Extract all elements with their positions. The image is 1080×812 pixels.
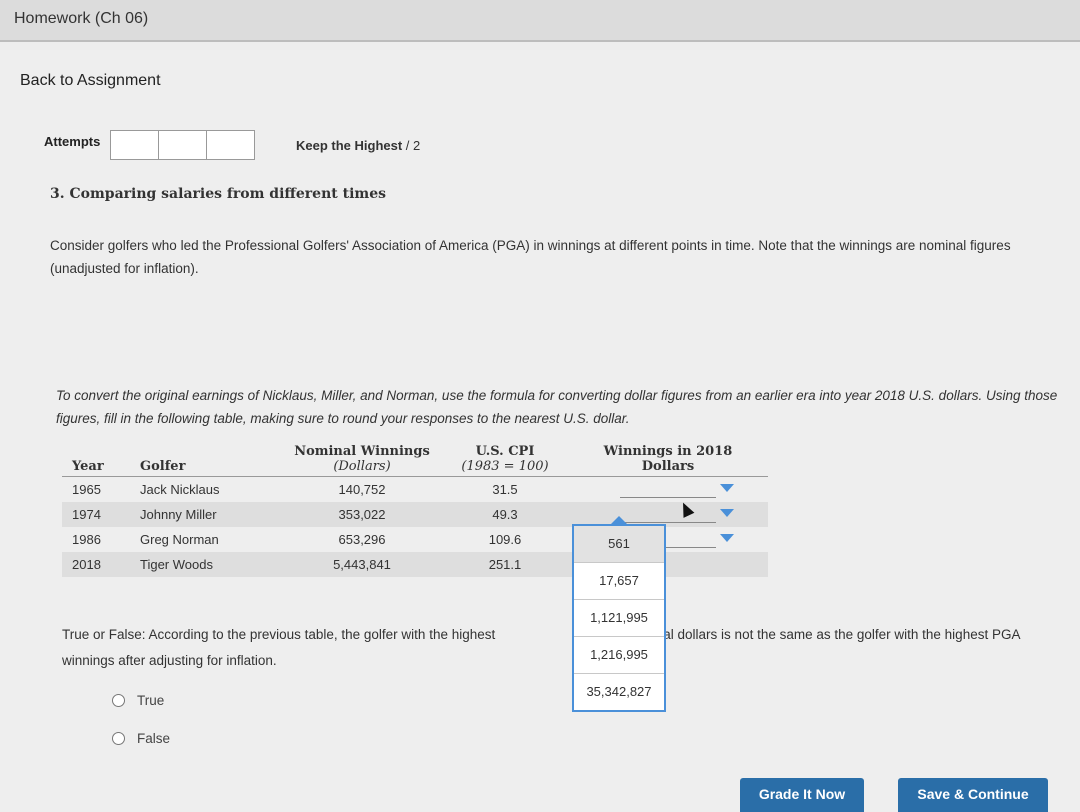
dropdown-slot[interactable]: [620, 479, 734, 498]
radio-false[interactable]: False: [112, 731, 170, 746]
cell-golfer: Jack Nicklaus: [140, 482, 220, 497]
cell-cpi: 49.3: [442, 502, 568, 527]
cell-golfer: Johnny Miller: [130, 502, 282, 527]
score-suffix: / 2: [402, 138, 421, 153]
winnings-dropdown-1965[interactable]: [568, 477, 768, 503]
cell-year: 1974: [62, 502, 130, 527]
attempt-box: [159, 131, 207, 159]
table-row: 1965 Jack Nicklaus 140,752 31.5: [62, 477, 768, 503]
col-header-nominal-sub: (Dollars): [333, 459, 391, 474]
cell-year: 2018: [62, 552, 130, 577]
radio-false-label: False: [137, 731, 171, 746]
save-continue-button[interactable]: Save & Continue: [898, 778, 1048, 812]
radio-circle-icon[interactable]: [112, 732, 125, 745]
cell-year: 1986: [72, 532, 101, 547]
cell-golfer: Tiger Woods: [130, 552, 282, 577]
cell-golfer: Greg Norman: [140, 532, 219, 547]
dropdown-option[interactable]: 35,342,827: [574, 674, 664, 710]
cell-year: 1965: [72, 482, 101, 497]
true-false-question: True or False: According to the previous…: [62, 622, 1032, 674]
col-header-nominal: Nominal Winnings (Dollars): [282, 442, 442, 477]
col-header-year: Year: [62, 442, 130, 477]
cell-nominal: 140,752: [338, 482, 386, 497]
radio-true-label: True: [137, 693, 165, 708]
tf-question-start: True or False: According to the previous…: [62, 627, 496, 642]
cell-cpi: 251.1: [442, 552, 568, 577]
dropdown-option[interactable]: 561: [574, 526, 664, 563]
question-intro: Consider golfers who led the Professiona…: [50, 238, 1011, 276]
cell-cpi: 31.5: [492, 482, 518, 497]
window-title: Homework (Ch 06): [14, 10, 149, 27]
dropdown-options-popup[interactable]: 561 17,657 1,121,995 1,216,995 35,342,82…: [572, 516, 666, 712]
dropdown-option[interactable]: 17,657: [574, 563, 664, 600]
dropdown-option[interactable]: 1,121,995: [574, 600, 664, 637]
attempt-box: [207, 131, 254, 159]
cell-cpi: 109.6: [488, 532, 522, 547]
table-header-row: Year Golfer Nominal Winnings (Dollars) U.…: [62, 442, 768, 477]
attempts-label: Attempts: [44, 134, 101, 149]
radio-circle-icon[interactable]: [112, 694, 125, 707]
dropdown-arrow-icon[interactable]: [720, 533, 734, 542]
col-header-nominal-text: Nominal Winnings: [294, 444, 430, 459]
back-to-assignment-link[interactable]: Back to Assignment: [20, 72, 161, 90]
col-header-cpi: U.S. CPI (1983 = 100): [442, 442, 568, 477]
grade-it-now-button[interactable]: Grade It Now: [740, 778, 864, 812]
col-header-winnings-2018: Winnings in 2018 Dollars: [568, 442, 768, 477]
radio-true[interactable]: True: [112, 693, 164, 708]
cell-nominal: 5,443,841: [282, 552, 442, 577]
keep-highest-label: Keep the Highest / 2: [296, 138, 420, 153]
col-header-cpi-text: U.S. CPI: [475, 444, 535, 459]
dropdown-arrow-icon[interactable]: [720, 483, 734, 492]
question-instructions: To convert the original earnings of Nick…: [56, 388, 1058, 426]
dropdown-option[interactable]: 1,216,995: [574, 637, 664, 674]
keep-highest-text: Keep the Highest: [296, 138, 403, 153]
col-header-cpi-sub: (1983 = 100): [461, 459, 549, 474]
cell-nominal: 653,296: [338, 532, 386, 547]
cell-nominal: 353,022: [282, 502, 442, 527]
dropdown-arrow-icon[interactable]: [720, 508, 734, 517]
attempts-indicator: [110, 130, 255, 160]
dropdown-slot[interactable]: [620, 504, 734, 523]
col-header-golfer: Golfer: [130, 442, 282, 477]
attempt-box: [111, 131, 159, 159]
popup-caret-icon: [611, 516, 627, 524]
question-title: 3. Comparing salaries from different tim…: [50, 186, 386, 202]
window-titlebar: Homework (Ch 06): [0, 0, 1080, 42]
